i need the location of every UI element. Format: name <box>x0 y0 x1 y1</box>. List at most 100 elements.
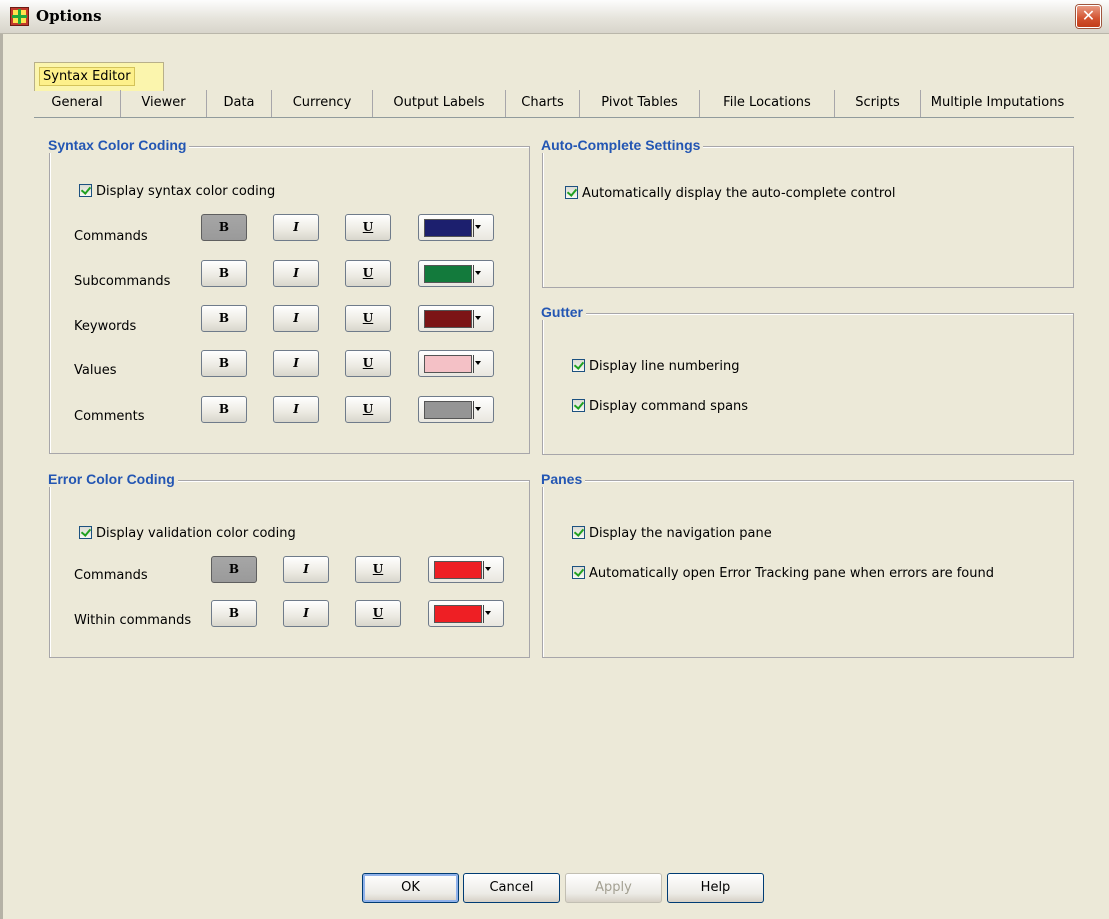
color-swatch <box>424 219 472 237</box>
color-swatch <box>434 561 482 579</box>
error-commands-bold-button[interactable]: B <box>211 556 257 583</box>
underline-glyph: U <box>362 402 374 416</box>
gutter-title: Gutter <box>540 304 586 320</box>
checkbox-icon <box>572 526 585 539</box>
commands-italic-button[interactable]: I <box>273 214 319 241</box>
auto-complete-label: Automatically display the auto-complete … <box>582 186 896 201</box>
underline-glyph: U <box>362 220 374 234</box>
comments-italic-button[interactable]: I <box>273 396 319 423</box>
tab-multiple-imputations[interactable]: Multiple Imputations <box>921 90 1074 117</box>
title-bar: Options ✕ <box>0 0 1109 34</box>
error-commands-underline-button[interactable]: U <box>355 556 401 583</box>
underline-glyph: U <box>362 266 374 280</box>
keywords-underline-button[interactable]: U <box>345 305 391 332</box>
apply-button[interactable]: Apply <box>565 873 662 903</box>
window-frame <box>0 34 3 919</box>
color-swatch <box>424 355 472 373</box>
syntax-row-label-subcommands: Subcommands <box>74 274 171 289</box>
within-commands-italic-button[interactable]: I <box>283 600 329 627</box>
app-icon <box>10 7 29 26</box>
comments-bold-button[interactable]: B <box>201 396 247 423</box>
cancel-button[interactable]: Cancel <box>463 873 560 903</box>
color-swatch <box>424 401 472 419</box>
dropdown-arrow-icon <box>475 225 481 229</box>
subcommands-color-picker[interactable] <box>418 260 494 287</box>
underline-glyph: U <box>372 562 384 576</box>
comments-underline-button[interactable]: U <box>345 396 391 423</box>
within-commands-underline-button[interactable]: U <box>355 600 401 627</box>
close-icon[interactable]: ✕ <box>1076 5 1101 28</box>
dropdown-arrow-icon <box>475 271 481 275</box>
dropdown-arrow-icon <box>485 611 491 615</box>
syntax-row-label-comments: Comments <box>74 409 145 424</box>
underline-glyph: U <box>362 311 374 325</box>
display-syntax-color-coding-label: Display syntax color coding <box>96 184 276 199</box>
keywords-bold-button[interactable]: B <box>201 305 247 332</box>
keywords-italic-button[interactable]: I <box>273 305 319 332</box>
values-color-picker[interactable] <box>418 350 494 377</box>
error-commands-color-picker[interactable] <box>428 556 504 583</box>
tab-output-labels[interactable]: Output Labels <box>373 90 506 117</box>
checkbox-icon <box>565 186 578 199</box>
error-row-label-commands: Commands <box>74 568 148 583</box>
tab-data[interactable]: Data <box>207 90 272 117</box>
display-line-numbering-label: Display line numbering <box>589 359 740 374</box>
tab-syntax-editor[interactable]: Syntax Editor <box>34 62 164 91</box>
tab-row: General Viewer Data Currency Output Labe… <box>34 90 1074 118</box>
display-validation-color-coding-label: Display validation color coding <box>96 526 296 541</box>
window-title: Options <box>36 7 102 25</box>
commands-underline-button[interactable]: U <box>345 214 391 241</box>
open-error-tracking-pane-checkbox[interactable]: Automatically open Error Tracking pane w… <box>572 566 994 581</box>
dropdown-arrow-icon <box>475 316 481 320</box>
checkbox-icon <box>79 184 92 197</box>
auto-complete-settings-title: Auto-Complete Settings <box>540 137 704 153</box>
subcommands-italic-button[interactable]: I <box>273 260 319 287</box>
within-commands-bold-button[interactable]: B <box>211 600 257 627</box>
auto-complete-checkbox[interactable]: Automatically display the auto-complete … <box>565 186 896 201</box>
open-error-tracking-pane-label: Automatically open Error Tracking pane w… <box>589 566 994 581</box>
display-syntax-color-coding-checkbox[interactable]: Display syntax color coding <box>79 184 275 199</box>
underline-glyph: U <box>362 356 374 370</box>
values-bold-button[interactable]: B <box>201 350 247 377</box>
comments-color-picker[interactable] <box>418 396 494 423</box>
syntax-row-label-keywords: Keywords <box>74 319 137 334</box>
display-line-numbering-checkbox[interactable]: Display line numbering <box>572 359 739 374</box>
tab-syntax-editor-label: Syntax Editor <box>39 67 135 86</box>
tab-file-locations[interactable]: File Locations <box>700 90 835 117</box>
dropdown-arrow-icon <box>475 361 481 365</box>
display-validation-color-coding-checkbox[interactable]: Display validation color coding <box>79 526 296 541</box>
color-swatch <box>424 310 472 328</box>
subcommands-bold-button[interactable]: B <box>201 260 247 287</box>
gutter-group: Gutter <box>540 304 1074 455</box>
tab-general[interactable]: General <box>34 90 121 117</box>
auto-complete-settings-group: Auto-Complete Settings <box>540 137 1074 288</box>
tab-viewer[interactable]: Viewer <box>121 90 207 117</box>
dropdown-arrow-icon <box>485 567 491 571</box>
tab-charts[interactable]: Charts <box>506 90 580 117</box>
display-navigation-pane-label: Display the navigation pane <box>589 526 772 541</box>
error-color-coding-title: Error Color Coding <box>47 471 178 487</box>
commands-color-picker[interactable] <box>418 214 494 241</box>
ok-button[interactable]: OK <box>362 873 459 903</box>
tab-currency[interactable]: Currency <box>272 90 373 117</box>
color-swatch <box>434 605 482 623</box>
syntax-color-coding-title: Syntax Color Coding <box>47 137 190 153</box>
values-underline-button[interactable]: U <box>345 350 391 377</box>
help-button[interactable]: Help <box>667 873 764 903</box>
underline-glyph: U <box>372 606 384 620</box>
color-swatch <box>424 265 472 283</box>
display-command-spans-label: Display command spans <box>589 399 749 414</box>
subcommands-underline-button[interactable]: U <box>345 260 391 287</box>
commands-bold-button[interactable]: B <box>201 214 247 241</box>
tab-scripts[interactable]: Scripts <box>835 90 921 117</box>
syntax-row-label-values: Values <box>74 363 117 378</box>
error-commands-italic-button[interactable]: I <box>283 556 329 583</box>
syntax-row-label-commands: Commands <box>74 229 148 244</box>
checkbox-icon <box>572 399 585 412</box>
display-navigation-pane-checkbox[interactable]: Display the navigation pane <box>572 526 772 541</box>
keywords-color-picker[interactable] <box>418 305 494 332</box>
tab-pivot-tables[interactable]: Pivot Tables <box>580 90 700 117</box>
values-italic-button[interactable]: I <box>273 350 319 377</box>
display-command-spans-checkbox[interactable]: Display command spans <box>572 399 748 414</box>
within-commands-color-picker[interactable] <box>428 600 504 627</box>
